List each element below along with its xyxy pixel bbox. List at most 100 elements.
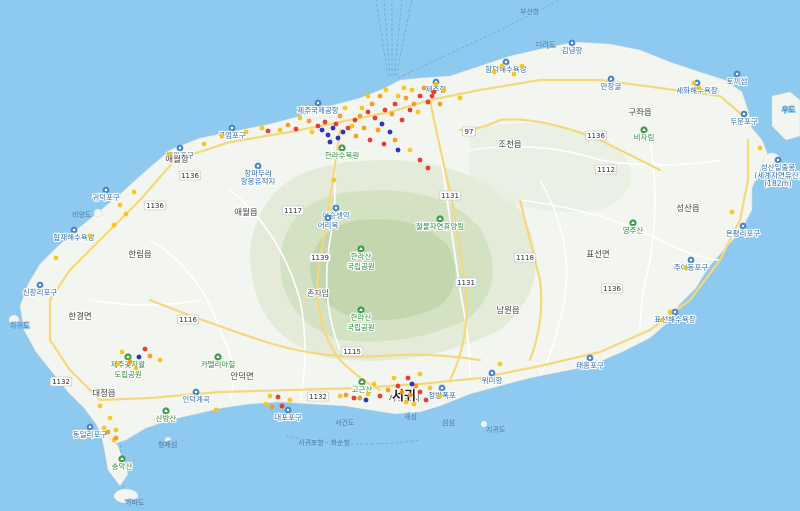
marker-yellow[interactable] bbox=[433, 81, 439, 87]
marker-orange[interactable] bbox=[357, 113, 363, 119]
marker-yellow[interactable] bbox=[371, 381, 377, 387]
marker-yellow[interactable] bbox=[331, 177, 337, 183]
marker-yellow[interactable] bbox=[437, 393, 443, 399]
marker-red[interactable] bbox=[417, 389, 423, 395]
marker-orange[interactable] bbox=[269, 404, 275, 410]
marker-yellow[interactable] bbox=[359, 105, 365, 111]
marker-yellow[interactable] bbox=[365, 93, 371, 99]
marker-red[interactable] bbox=[407, 107, 413, 113]
marker-yellow[interactable] bbox=[157, 357, 163, 363]
marker-yellow[interactable] bbox=[119, 349, 125, 355]
marker-orange[interactable] bbox=[403, 95, 409, 101]
marker-red[interactable] bbox=[382, 107, 388, 113]
marker-yellow[interactable] bbox=[441, 87, 447, 93]
marker-blue[interactable] bbox=[335, 135, 341, 141]
marker-yellow[interactable] bbox=[409, 87, 415, 93]
marker-yellow[interactable] bbox=[395, 93, 401, 99]
marker-orange[interactable] bbox=[353, 133, 359, 139]
marker-red[interactable] bbox=[367, 137, 373, 143]
marker-orange[interactable] bbox=[411, 101, 417, 107]
marker-red[interactable] bbox=[279, 403, 285, 409]
marker-yellow[interactable] bbox=[219, 133, 225, 139]
marker-yellow[interactable] bbox=[107, 415, 113, 421]
marker-red[interactable] bbox=[425, 165, 431, 171]
marker-yellow[interactable] bbox=[499, 63, 505, 69]
poi-hallasan-park-south-2[interactable]: 국립공원 bbox=[346, 322, 376, 333]
marker-yellow[interactable] bbox=[683, 265, 689, 271]
marker-yellow[interactable] bbox=[213, 407, 219, 413]
marker-yellow[interactable] bbox=[511, 71, 517, 77]
marker-orange[interactable] bbox=[369, 101, 375, 107]
marker-yellow[interactable] bbox=[131, 189, 137, 195]
marker-orange[interactable] bbox=[337, 113, 343, 119]
marker-yellow[interactable] bbox=[427, 385, 433, 391]
marker-yellow[interactable] bbox=[259, 125, 265, 131]
marker-orange[interactable] bbox=[147, 353, 153, 359]
marker-red[interactable] bbox=[322, 119, 328, 125]
poi-hallasan-park-north-2[interactable]: 국립공원 bbox=[346, 261, 376, 272]
marker-orange[interactable] bbox=[421, 85, 427, 91]
poi-jeju-oreum-2[interactable]: 도립공원 bbox=[113, 369, 143, 380]
marker-yellow[interactable] bbox=[167, 151, 173, 157]
marker-yellow[interactable] bbox=[101, 425, 107, 431]
marker-yellow[interactable] bbox=[519, 63, 525, 69]
marker-blue[interactable] bbox=[136, 354, 142, 360]
marker-yellow[interactable] bbox=[277, 127, 283, 133]
marker-red[interactable] bbox=[429, 93, 435, 99]
marker-yellow[interactable] bbox=[243, 129, 249, 135]
marker-red[interactable] bbox=[142, 346, 148, 352]
marker-yellow[interactable] bbox=[407, 147, 413, 153]
marker-yellow[interactable] bbox=[391, 375, 397, 381]
marker-yellow[interactable] bbox=[111, 222, 117, 228]
marker-yellow[interactable] bbox=[417, 371, 423, 377]
marker-yellow[interactable] bbox=[267, 393, 273, 399]
marker-orange[interactable] bbox=[377, 93, 383, 99]
marker-red[interactable] bbox=[395, 383, 401, 389]
marker-orange[interactable] bbox=[113, 435, 119, 441]
marker-blue[interactable] bbox=[387, 129, 393, 135]
marker-yellow[interactable] bbox=[87, 233, 93, 239]
marker-blue[interactable] bbox=[409, 381, 415, 387]
marker-red[interactable] bbox=[417, 93, 423, 99]
marker-red[interactable] bbox=[425, 99, 431, 105]
marker-red[interactable] bbox=[265, 128, 271, 134]
marker-red[interactable] bbox=[392, 101, 398, 107]
marker-red[interactable] bbox=[372, 115, 378, 121]
marker-blue[interactable] bbox=[363, 397, 369, 403]
marker-orange[interactable] bbox=[389, 111, 395, 117]
marker-yellow[interactable] bbox=[342, 105, 348, 111]
marker-orange[interactable] bbox=[357, 395, 363, 401]
marker-red[interactable] bbox=[405, 375, 411, 381]
marker-yellow[interactable] bbox=[287, 397, 293, 403]
marker-red[interactable] bbox=[377, 393, 383, 399]
marker-orange[interactable] bbox=[385, 387, 391, 393]
marker-yellow[interactable] bbox=[263, 401, 269, 407]
marker-red[interactable] bbox=[333, 121, 339, 127]
marker-red[interactable] bbox=[365, 109, 371, 115]
marker-yellow[interactable] bbox=[117, 202, 123, 208]
marker-blue[interactable] bbox=[327, 139, 333, 145]
marker-yellow[interactable] bbox=[729, 209, 735, 215]
marker-blue[interactable] bbox=[330, 125, 336, 131]
poi-seongsan-ilchulbong-3[interactable]: (182m) bbox=[763, 178, 793, 189]
marker-red[interactable] bbox=[345, 125, 351, 131]
marker-orange[interactable] bbox=[407, 392, 413, 398]
marker-yellow[interactable] bbox=[757, 145, 763, 151]
marker-yellow[interactable] bbox=[337, 393, 343, 399]
marker-blue[interactable] bbox=[319, 127, 325, 133]
marker-yellow[interactable] bbox=[297, 115, 303, 121]
marker-yellow[interactable] bbox=[457, 95, 463, 101]
marker-red[interactable] bbox=[423, 397, 429, 403]
marker-yellow[interactable] bbox=[415, 109, 421, 115]
marker-red[interactable] bbox=[315, 123, 321, 129]
marker-yellow[interactable] bbox=[497, 361, 503, 367]
marker-blue[interactable] bbox=[395, 147, 401, 153]
marker-orange[interactable] bbox=[306, 118, 312, 124]
marker-orange[interactable] bbox=[399, 389, 405, 395]
marker-yellow[interactable] bbox=[383, 87, 389, 93]
marker-yellow[interactable] bbox=[696, 85, 702, 91]
marker-orange[interactable] bbox=[105, 429, 111, 435]
poi-hangpadu-2[interactable]: 항몽유적지 bbox=[240, 175, 277, 187]
marker-orange[interactable] bbox=[392, 137, 398, 143]
marker-yellow[interactable] bbox=[411, 401, 417, 407]
